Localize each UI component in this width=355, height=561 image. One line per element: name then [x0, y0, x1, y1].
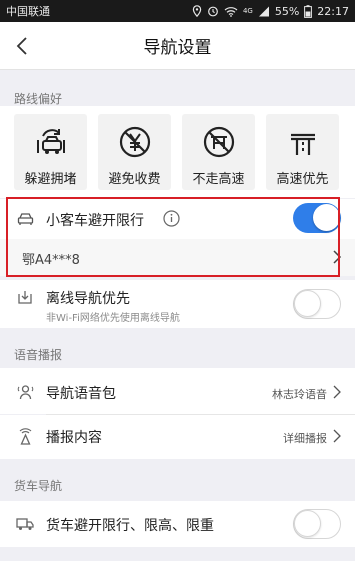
route-pref-card: 躲避拥堵 避免收费 不走高速 高速优先 [0, 106, 355, 198]
toggle-knob [294, 290, 321, 317]
route-option-highway-first[interactable]: 高速优先 [266, 114, 339, 190]
alarm-icon [208, 6, 218, 17]
status-bar-indicators: 4G 55% 22:17 [192, 5, 349, 18]
broadcast-content-label: 播报内容 [46, 430, 102, 446]
car-restriction-label: 小客车避开限行 [46, 213, 144, 229]
car-restriction-toggle[interactable] [293, 203, 341, 233]
truck-section-label: 货车导航 [14, 479, 63, 493]
clock: 22:17 [317, 4, 349, 18]
chevron-left-icon [16, 37, 27, 55]
broadcast-content-row[interactable]: 播报内容 详细播报 [0, 415, 355, 459]
no-highway-icon [203, 126, 234, 158]
car-icon [17, 212, 33, 225]
carrier-label: 中国联通 [6, 5, 50, 18]
info-icon[interactable] [163, 210, 180, 227]
broadcast-content-value: 详细播报 [283, 432, 327, 445]
offline-nav-label: 离线导航优先 [46, 291, 130, 307]
route-pref-section-label: 路线偏好 [14, 92, 63, 106]
toggle-knob [313, 204, 340, 231]
status-bar: 中国联通 4G 55% 22:17 [0, 0, 355, 22]
route-option-label: 避免收费 [108, 172, 161, 187]
car-restriction-row: 小客车避开限行 [0, 199, 355, 239]
truck-restriction-label: 货车避开限行、限高、限重 [46, 518, 214, 534]
truck-icon [16, 518, 34, 530]
voice-person-icon [17, 384, 33, 399]
route-option-label: 高速优先 [276, 172, 329, 187]
highway-first-icon [290, 133, 315, 155]
no-toll-icon [119, 126, 150, 158]
license-plate-row[interactable]: 鄂A4***8 [0, 239, 355, 276]
signal-icon [258, 6, 269, 16]
chevron-right-icon [333, 385, 341, 399]
battery-icon [304, 4, 313, 18]
nav-bar: 导航设置 [0, 22, 355, 70]
route-option-no-highway[interactable]: 不走高速 [182, 114, 255, 190]
location-icon [192, 5, 202, 17]
truck-restriction-toggle[interactable] [293, 509, 341, 539]
page-title: 导航设置 [143, 38, 212, 58]
route-option-avoid-congestion[interactable]: 躲避拥堵 [14, 114, 87, 190]
chevron-right-icon [333, 250, 342, 264]
voice-pack-row[interactable]: 导航语音包 林志玲语音 [0, 368, 355, 414]
voice-pack-value: 林志玲语音 [272, 388, 327, 401]
offline-nav-toggle[interactable] [293, 289, 341, 319]
chevron-right-icon [333, 429, 341, 443]
offline-download-icon [18, 291, 32, 304]
broadcast-signal-icon [19, 427, 31, 445]
voice-section-label: 语音播报 [14, 348, 63, 362]
avoid-congestion-icon [36, 129, 65, 154]
offline-nav-sublabel: 非Wi-Fi网络优先使用离线导航 [46, 313, 180, 324]
route-option-label: 躲避拥堵 [24, 172, 77, 187]
network-type-label: 4G [242, 7, 253, 15]
truck-restriction-row: 货车避开限行、限高、限重 [0, 501, 355, 547]
wifi-icon [224, 6, 238, 17]
license-plate: 鄂A4***8 [22, 253, 80, 268]
route-option-no-toll[interactable]: 避免收费 [98, 114, 171, 190]
back-button[interactable] [10, 34, 34, 58]
toggle-knob [294, 510, 321, 537]
offline-nav-row: 离线导航优先 非Wi-Fi网络优先使用离线导航 [0, 280, 355, 328]
battery-percent: 55% [274, 4, 300, 18]
voice-pack-label: 导航语音包 [46, 386, 116, 402]
route-option-label: 不走高速 [192, 172, 245, 187]
